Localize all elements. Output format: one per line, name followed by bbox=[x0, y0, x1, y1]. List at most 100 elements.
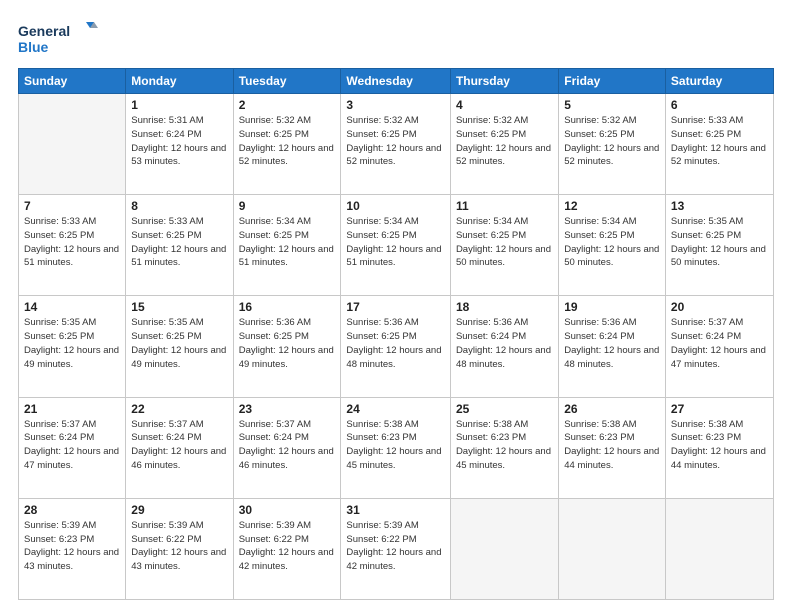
day-cell: 28 Sunrise: 5:39 AMSunset: 6:23 PMDayligh… bbox=[19, 498, 126, 599]
day-cell: 13 Sunrise: 5:35 AMSunset: 6:25 PMDayligh… bbox=[665, 195, 773, 296]
day-detail: Sunrise: 5:36 AMSunset: 6:24 PMDaylight:… bbox=[564, 316, 660, 371]
day-number: 25 bbox=[456, 402, 553, 416]
day-number: 14 bbox=[24, 300, 120, 314]
day-cell: 9 Sunrise: 5:34 AMSunset: 6:25 PMDaylight… bbox=[233, 195, 341, 296]
day-cell: 30 Sunrise: 5:39 AMSunset: 6:22 PMDayligh… bbox=[233, 498, 341, 599]
day-detail: Sunrise: 5:38 AMSunset: 6:23 PMDaylight:… bbox=[346, 418, 445, 473]
day-detail: Sunrise: 5:39 AMSunset: 6:22 PMDaylight:… bbox=[239, 519, 336, 574]
day-cell: 18 Sunrise: 5:36 AMSunset: 6:24 PMDayligh… bbox=[450, 296, 558, 397]
day-number: 5 bbox=[564, 98, 660, 112]
day-cell: 17 Sunrise: 5:36 AMSunset: 6:25 PMDayligh… bbox=[341, 296, 451, 397]
day-detail: Sunrise: 5:36 AMSunset: 6:24 PMDaylight:… bbox=[456, 316, 553, 371]
header-row: SundayMondayTuesdayWednesdayThursdayFrid… bbox=[19, 69, 774, 94]
day-cell: 8 Sunrise: 5:33 AMSunset: 6:25 PMDaylight… bbox=[126, 195, 233, 296]
day-detail: Sunrise: 5:37 AMSunset: 6:24 PMDaylight:… bbox=[131, 418, 227, 473]
day-cell: 24 Sunrise: 5:38 AMSunset: 6:23 PMDayligh… bbox=[341, 397, 451, 498]
day-detail: Sunrise: 5:33 AMSunset: 6:25 PMDaylight:… bbox=[24, 215, 120, 270]
day-detail: Sunrise: 5:35 AMSunset: 6:25 PMDaylight:… bbox=[131, 316, 227, 371]
day-number: 9 bbox=[239, 199, 336, 213]
day-detail: Sunrise: 5:34 AMSunset: 6:25 PMDaylight:… bbox=[239, 215, 336, 270]
day-number: 24 bbox=[346, 402, 445, 416]
day-cell bbox=[19, 94, 126, 195]
day-number: 31 bbox=[346, 503, 445, 517]
day-number: 6 bbox=[671, 98, 768, 112]
day-cell: 5 Sunrise: 5:32 AMSunset: 6:25 PMDaylight… bbox=[559, 94, 666, 195]
header-cell-monday: Monday bbox=[126, 69, 233, 94]
day-number: 13 bbox=[671, 199, 768, 213]
day-number: 4 bbox=[456, 98, 553, 112]
day-detail: Sunrise: 5:37 AMSunset: 6:24 PMDaylight:… bbox=[239, 418, 336, 473]
day-cell: 21 Sunrise: 5:37 AMSunset: 6:24 PMDayligh… bbox=[19, 397, 126, 498]
day-number: 12 bbox=[564, 199, 660, 213]
svg-text:Blue: Blue bbox=[18, 39, 49, 55]
day-detail: Sunrise: 5:39 AMSunset: 6:22 PMDaylight:… bbox=[346, 519, 445, 574]
day-cell: 26 Sunrise: 5:38 AMSunset: 6:23 PMDayligh… bbox=[559, 397, 666, 498]
day-number: 29 bbox=[131, 503, 227, 517]
day-number: 1 bbox=[131, 98, 227, 112]
day-number: 20 bbox=[671, 300, 768, 314]
svg-text:General: General bbox=[18, 23, 70, 39]
day-cell: 15 Sunrise: 5:35 AMSunset: 6:25 PMDayligh… bbox=[126, 296, 233, 397]
day-number: 26 bbox=[564, 402, 660, 416]
day-detail: Sunrise: 5:38 AMSunset: 6:23 PMDaylight:… bbox=[564, 418, 660, 473]
day-number: 15 bbox=[131, 300, 227, 314]
logo-svg: General Blue bbox=[18, 18, 98, 58]
day-cell: 14Sunrise: 5:35 AMSunset: 6:25 PMDayligh… bbox=[19, 296, 126, 397]
day-cell: 19Sunrise: 5:36 AMSunset: 6:24 PMDayligh… bbox=[559, 296, 666, 397]
day-detail: Sunrise: 5:37 AMSunset: 6:24 PMDaylight:… bbox=[24, 418, 120, 473]
day-cell: 23Sunrise: 5:37 AMSunset: 6:24 PMDayligh… bbox=[233, 397, 341, 498]
day-cell: 11 Sunrise: 5:34 AMSunset: 6:25 PMDayligh… bbox=[450, 195, 558, 296]
day-detail: Sunrise: 5:33 AMSunset: 6:25 PMDaylight:… bbox=[131, 215, 227, 270]
day-cell: 2 Sunrise: 5:32 AMSunset: 6:25 PMDaylight… bbox=[233, 94, 341, 195]
day-detail: Sunrise: 5:31 AMSunset: 6:24 PMDaylight:… bbox=[131, 114, 227, 169]
day-detail: Sunrise: 5:36 AMSunset: 6:25 PMDaylight:… bbox=[239, 316, 336, 371]
day-number: 21 bbox=[24, 402, 120, 416]
day-number: 27 bbox=[671, 402, 768, 416]
day-cell: 22 Sunrise: 5:37 AMSunset: 6:24 PMDayligh… bbox=[126, 397, 233, 498]
day-cell: 27 Sunrise: 5:38 AMSunset: 6:23 PMDayligh… bbox=[665, 397, 773, 498]
day-cell: 25 Sunrise: 5:38 AMSunset: 6:23 PMDayligh… bbox=[450, 397, 558, 498]
day-number: 11 bbox=[456, 199, 553, 213]
day-cell: 20Sunrise: 5:37 AMSunset: 6:24 PMDayligh… bbox=[665, 296, 773, 397]
day-detail: Sunrise: 5:39 AMSunset: 6:22 PMDaylight:… bbox=[131, 519, 227, 574]
day-cell bbox=[450, 498, 558, 599]
calendar-table: SundayMondayTuesdayWednesdayThursdayFrid… bbox=[18, 68, 774, 600]
day-cell bbox=[665, 498, 773, 599]
day-detail: Sunrise: 5:38 AMSunset: 6:23 PMDaylight:… bbox=[456, 418, 553, 473]
day-cell bbox=[559, 498, 666, 599]
day-cell: 3Sunrise: 5:32 AMSunset: 6:25 PMDaylight… bbox=[341, 94, 451, 195]
day-detail: Sunrise: 5:38 AMSunset: 6:23 PMDaylight:… bbox=[671, 418, 768, 473]
week-row-4: 21 Sunrise: 5:37 AMSunset: 6:24 PMDayligh… bbox=[19, 397, 774, 498]
logo: General Blue bbox=[18, 18, 98, 58]
day-detail: Sunrise: 5:35 AMSunset: 6:25 PMDaylight:… bbox=[671, 215, 768, 270]
day-cell: 31 Sunrise: 5:39 AMSunset: 6:22 PMDayligh… bbox=[341, 498, 451, 599]
day-number: 18 bbox=[456, 300, 553, 314]
day-number: 28 bbox=[24, 503, 120, 517]
day-number: 8 bbox=[131, 199, 227, 213]
day-detail: Sunrise: 5:33 AMSunset: 6:25 PMDaylight:… bbox=[671, 114, 768, 169]
day-detail: Sunrise: 5:36 AMSunset: 6:25 PMDaylight:… bbox=[346, 316, 445, 371]
header-cell-thursday: Thursday bbox=[450, 69, 558, 94]
day-detail: Sunrise: 5:34 AMSunset: 6:25 PMDaylight:… bbox=[456, 215, 553, 270]
day-number: 2 bbox=[239, 98, 336, 112]
day-cell: 7Sunrise: 5:33 AMSunset: 6:25 PMDaylight… bbox=[19, 195, 126, 296]
day-number: 3 bbox=[346, 98, 445, 112]
day-detail: Sunrise: 5:32 AMSunset: 6:25 PMDaylight:… bbox=[239, 114, 336, 169]
day-detail: Sunrise: 5:39 AMSunset: 6:23 PMDaylight:… bbox=[24, 519, 120, 574]
day-cell: 4 Sunrise: 5:32 AMSunset: 6:25 PMDaylight… bbox=[450, 94, 558, 195]
day-number: 17 bbox=[346, 300, 445, 314]
day-cell: 10Sunrise: 5:34 AMSunset: 6:25 PMDayligh… bbox=[341, 195, 451, 296]
page: General Blue SundayMondayTuesdayWednesda… bbox=[0, 0, 792, 612]
week-row-2: 7Sunrise: 5:33 AMSunset: 6:25 PMDaylight… bbox=[19, 195, 774, 296]
day-number: 10 bbox=[346, 199, 445, 213]
day-cell: 29 Sunrise: 5:39 AMSunset: 6:22 PMDayligh… bbox=[126, 498, 233, 599]
day-number: 22 bbox=[131, 402, 227, 416]
day-cell: 16Sunrise: 5:36 AMSunset: 6:25 PMDayligh… bbox=[233, 296, 341, 397]
header-cell-wednesday: Wednesday bbox=[341, 69, 451, 94]
day-cell: 12Sunrise: 5:34 AMSunset: 6:25 PMDayligh… bbox=[559, 195, 666, 296]
day-detail: Sunrise: 5:32 AMSunset: 6:25 PMDaylight:… bbox=[564, 114, 660, 169]
day-number: 30 bbox=[239, 503, 336, 517]
day-detail: Sunrise: 5:32 AMSunset: 6:25 PMDaylight:… bbox=[456, 114, 553, 169]
header-cell-saturday: Saturday bbox=[665, 69, 773, 94]
week-row-3: 14 Sunrise: 5:35 AMSunset: 6:25 PMDayligh… bbox=[19, 296, 774, 397]
